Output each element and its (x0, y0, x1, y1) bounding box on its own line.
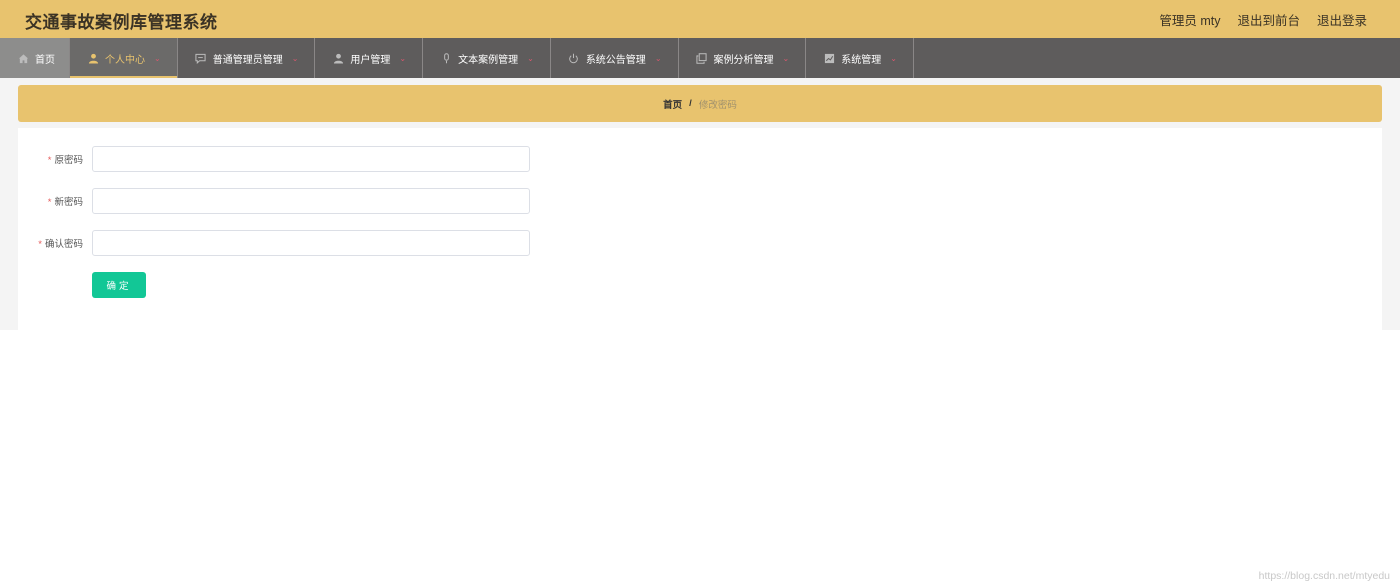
logout-link[interactable]: 退出登录 (1317, 10, 1367, 29)
chat-icon (195, 52, 207, 64)
old-password-row: * 原密码 (18, 146, 1382, 172)
nav-label: 系统管理 (841, 54, 882, 66)
confirm-password-label-text: 确认密码 (44, 239, 83, 250)
main-content: 首页 / 修改密码 * 原密码 * 新密码 * 确认密码 确定 (0, 78, 1400, 330)
required-mark: * (47, 197, 52, 208)
microphone-icon (440, 52, 452, 64)
nav-label: 个人中心 (105, 54, 145, 66)
new-password-label: * 新密码 (18, 194, 92, 208)
nav-label: 案例分析管理 (713, 54, 774, 66)
required-mark: * (47, 155, 52, 166)
new-password-input[interactable] (92, 188, 530, 214)
top-header: 交通事故案例库管理系统 管理员 mty 退出到前台 退出登录 (0, 0, 1400, 38)
nav-label: 普通管理员管理 (212, 54, 283, 66)
nav-item-system-management[interactable]: 系统管理 ⌄ (806, 38, 914, 78)
chevron-down-icon: ⌄ (782, 53, 790, 63)
chart-icon (823, 52, 835, 64)
chevron-down-icon: ⌄ (890, 53, 897, 63)
power-icon (568, 52, 580, 64)
watermark: https://blog.csdn.net/mtyedu (1258, 570, 1390, 582)
nav-label: 用户管理 (350, 54, 391, 66)
breadcrumb: 首页 / 修改密码 (18, 85, 1382, 122)
change-password-form: * 原密码 * 新密码 * 确认密码 确定 (18, 128, 1382, 330)
nav-item-case-analysis-management[interactable]: 案例分析管理 ⌄ (679, 38, 807, 78)
new-password-label-text: 新密码 (54, 197, 83, 208)
header-actions: 管理员 mty 退出到前台 退出登录 (1159, 10, 1367, 29)
breadcrumb-separator: / (689, 98, 692, 109)
nav-item-home[interactable]: 首页 (0, 38, 70, 78)
old-password-input[interactable] (92, 146, 530, 172)
old-password-label: * 原密码 (18, 152, 92, 166)
breadcrumb-home[interactable]: 首页 (663, 97, 682, 111)
confirm-password-input[interactable] (92, 230, 530, 256)
person-icon (332, 52, 344, 64)
required-mark: * (38, 239, 42, 250)
nav-item-announcement-management[interactable]: 系统公告管理 ⌄ (551, 38, 679, 78)
confirm-password-label: * 确认密码 (18, 236, 92, 250)
old-password-label-text: 原密码 (54, 155, 83, 166)
chevron-down-icon: ⌄ (527, 53, 534, 63)
main-nav: 首页 个人中心 ⌄ 普通管理员管理 ⌄ 用户管理 ⌄ 文本案例管理 ⌄ 系统公告… (0, 38, 1400, 78)
chevron-down-icon: ⌄ (154, 53, 161, 63)
confirm-password-row: * 确认密码 (18, 230, 1382, 256)
nav-item-personal-center[interactable]: 个人中心 ⌄ (70, 38, 178, 78)
nav-label: 文本案例管理 (458, 54, 519, 66)
admin-user-label: 管理员 mty (1159, 14, 1221, 28)
nav-item-admin-management[interactable]: 普通管理员管理 ⌄ (178, 38, 316, 78)
nav-item-text-case-management[interactable]: 文本案例管理 ⌄ (423, 38, 551, 78)
copy-icon (696, 52, 708, 64)
exit-to-frontend-link[interactable]: 退出到前台 (1237, 10, 1300, 29)
new-password-row: * 新密码 (18, 188, 1382, 214)
app-title: 交通事故案例库管理系统 (25, 13, 218, 32)
user-icon (87, 52, 99, 64)
nav-label: 首页 (35, 54, 55, 66)
confirm-button[interactable]: 确定 (92, 272, 146, 298)
breadcrumb-current: 修改密码 (698, 99, 737, 111)
nav-item-user-management[interactable]: 用户管理 ⌄ (315, 38, 424, 78)
chevron-down-icon: ⌄ (654, 53, 662, 63)
nav-label: 系统公告管理 (585, 54, 646, 66)
home-icon (17, 52, 29, 64)
chevron-down-icon: ⌄ (291, 53, 299, 63)
chevron-down-icon: ⌄ (399, 53, 407, 63)
